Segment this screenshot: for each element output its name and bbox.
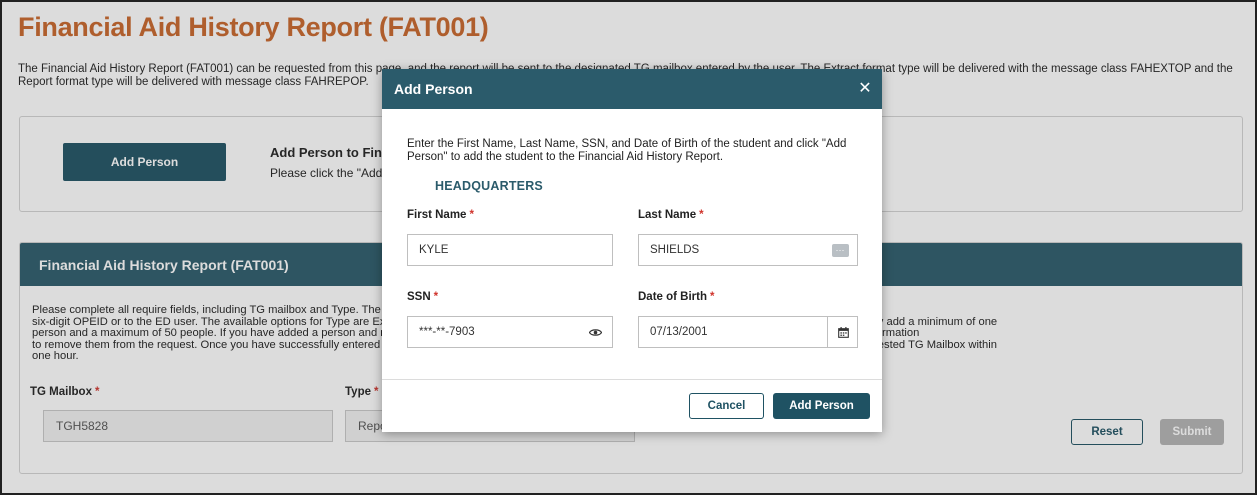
- add-person-button[interactable]: Add Person: [773, 393, 870, 419]
- modal-footer-divider: [382, 379, 882, 380]
- calendar-icon[interactable]: [827, 316, 858, 348]
- dob-input[interactable]: 07/13/2001: [638, 316, 858, 348]
- eye-icon[interactable]: [587, 325, 603, 339]
- ssn-label: SSN *: [407, 291, 438, 303]
- eye-icon-svg: [588, 328, 602, 336]
- first-name-label: First Name *: [407, 209, 474, 221]
- last-name-input[interactable]: SHIELDS: [638, 234, 858, 266]
- required-asterisk: *: [699, 209, 704, 221]
- dob-label: Date of Birth *: [638, 291, 714, 303]
- required-asterisk: *: [433, 291, 439, 303]
- close-icon[interactable]: ✕: [856, 78, 874, 98]
- dots-icon: ···: [831, 243, 849, 257]
- last-name-label-text: Last Name: [638, 209, 697, 221]
- organization-label: HEADQUARTERS: [435, 179, 543, 193]
- modal-header: Add Person ✕: [382, 69, 882, 109]
- dob-label-text: Date of Birth: [638, 291, 707, 303]
- ssn-input[interactable]: ***-**-7903: [407, 316, 613, 348]
- last-name-label: Last Name *: [638, 209, 704, 221]
- cancel-button[interactable]: Cancel: [689, 393, 764, 419]
- first-name-input[interactable]: KYLE: [407, 234, 613, 266]
- modal-title: Add Person: [394, 81, 473, 97]
- first-name-label-text: First Name: [407, 209, 467, 221]
- add-person-modal: Add Person ✕ Enter the First Name, Last …: [382, 69, 882, 432]
- calendar-icon-svg: [837, 326, 849, 338]
- required-asterisk: *: [469, 209, 474, 221]
- modal-instructions: Enter the First Name, Last Name, SSN, an…: [407, 138, 847, 163]
- ssn-label-text: SSN: [407, 291, 431, 303]
- more-options-icon[interactable]: ···: [830, 243, 850, 257]
- required-asterisk: *: [710, 291, 715, 303]
